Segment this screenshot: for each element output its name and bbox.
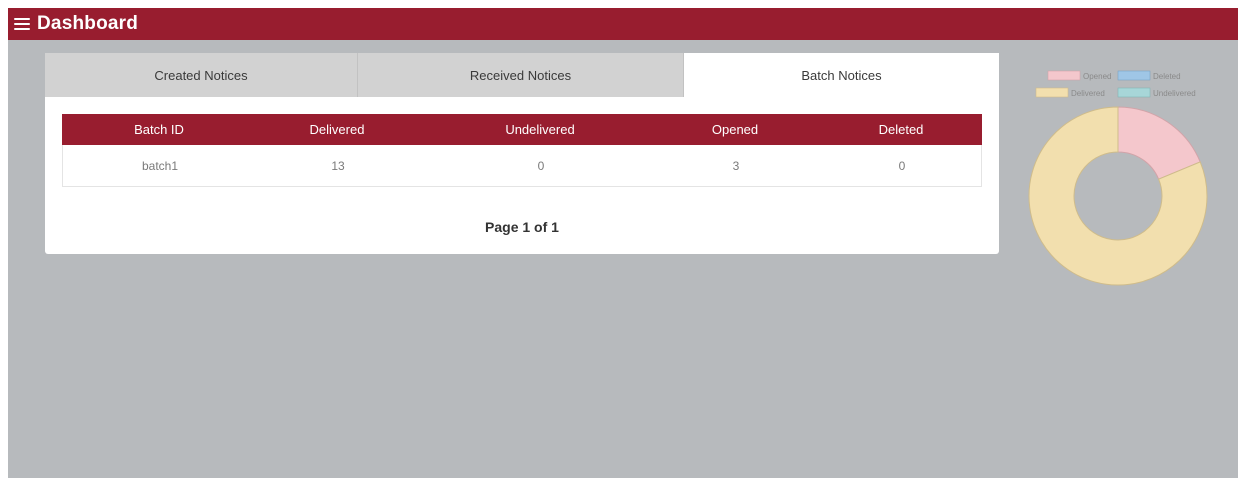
legend-label-undelivered: Undelivered <box>1153 89 1196 98</box>
notice-donut-chart: Opened Deleted Delivered Undelivered <box>1028 70 1208 286</box>
tab-created-notices[interactable]: Created Notices <box>45 53 358 97</box>
notices-panel: Created Notices Received Notices Batch N… <box>45 53 999 254</box>
hamburger-menu-icon[interactable] <box>14 18 30 30</box>
dashboard-frame: Dashboard Created Notices Received Notic… <box>8 8 1238 478</box>
legend-swatch-delivered <box>1035 87 1069 98</box>
pagination-label: Page 1 of 1 <box>485 219 559 235</box>
legend-label-deleted: Deleted <box>1153 72 1181 81</box>
chart-legend: Opened Deleted Delivered Undelivered <box>1035 70 1196 98</box>
column-header-batch-id[interactable]: Batch ID <box>134 114 184 145</box>
page-title: Dashboard <box>37 13 139 34</box>
legend-item-deleted[interactable]: Deleted <box>1117 70 1181 81</box>
column-header-undelivered[interactable]: Undelivered <box>505 114 574 145</box>
legend-swatch-deleted <box>1117 70 1151 81</box>
column-header-opened[interactable]: Opened <box>712 114 758 145</box>
legend-item-opened[interactable]: Opened <box>1047 70 1111 81</box>
batch-table: Batch ID Delivered Undelivered Opened De… <box>62 114 982 187</box>
column-header-deleted[interactable]: Deleted <box>879 114 924 145</box>
top-bar: Dashboard <box>8 8 1238 40</box>
legend-label-delivered: Delivered <box>1071 89 1105 98</box>
cell-opened: 3 <box>732 158 740 173</box>
legend-swatch-opened <box>1047 70 1081 81</box>
cell-batch-id: batch1 <box>141 158 179 173</box>
cell-delivered: 13 <box>331 158 345 173</box>
chart-slices <box>1028 106 1208 286</box>
legend-swatch-undelivered <box>1117 87 1151 98</box>
legend-label-opened: Opened <box>1083 72 1111 81</box>
tab-batch-notices[interactable]: Batch Notices <box>684 53 999 97</box>
table-header: Batch ID Delivered Undelivered Opened De… <box>62 114 982 145</box>
cell-deleted: 0 <box>898 158 906 173</box>
tab-received-notices[interactable]: Received Notices <box>358 53 684 97</box>
legend-item-undelivered[interactable]: Undelivered <box>1117 87 1196 98</box>
cell-undelivered: 0 <box>537 158 545 173</box>
legend-item-delivered[interactable]: Delivered <box>1035 87 1105 98</box>
column-header-delivered[interactable]: Delivered <box>310 114 365 145</box>
notice-tabs: Created Notices Received Notices Batch N… <box>45 53 999 97</box>
table-row[interactable]: batch1 13 0 3 0 <box>63 145 981 186</box>
